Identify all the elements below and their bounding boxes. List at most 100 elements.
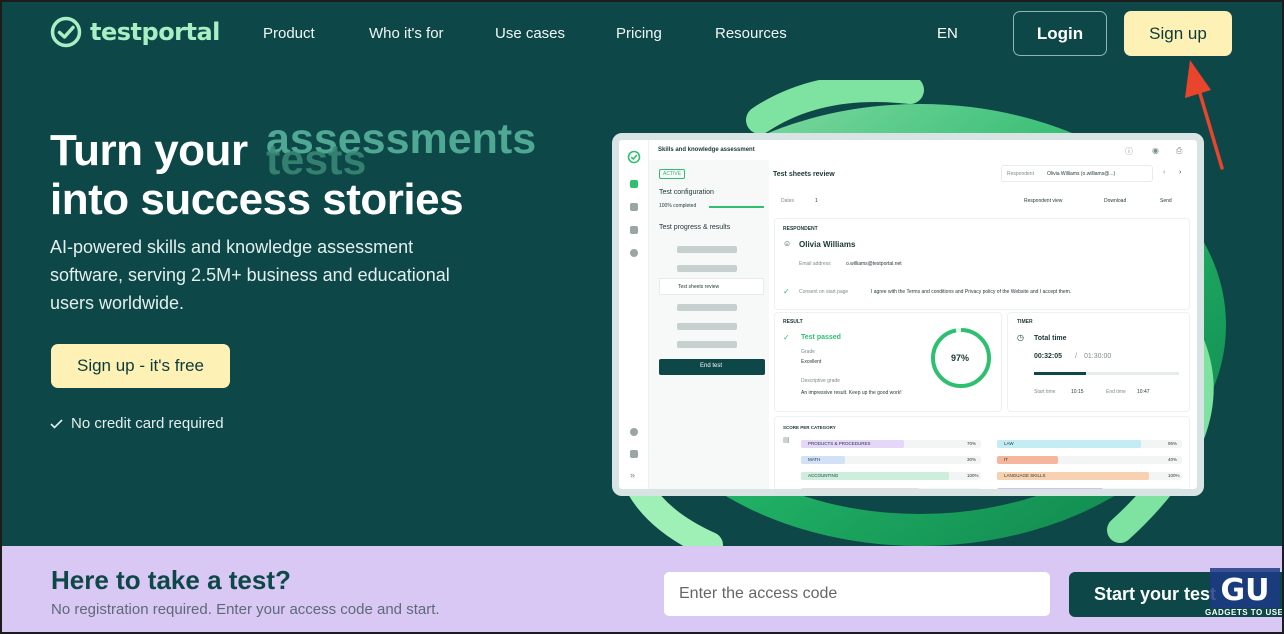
mockup-window-title: Skills and knowledge assessment xyxy=(658,147,755,153)
mockup-dates-count: 1 xyxy=(815,198,818,204)
category-bar-track xyxy=(801,488,981,489)
mockup-time-separator: / xyxy=(1075,353,1077,360)
mockup-end-test-label: End test xyxy=(700,363,723,369)
mockup-step-bar xyxy=(677,304,737,311)
mockup-step-bar xyxy=(677,246,737,253)
mockup-dates-label: Dates xyxy=(781,198,795,204)
mockup-step-bar xyxy=(677,323,737,330)
nav-resources[interactable]: Resources xyxy=(715,25,787,42)
hero-title-line2: into success stories xyxy=(50,175,464,224)
mockup-send: Send xyxy=(1160,198,1172,204)
mockup-respondent-view: Respondent view xyxy=(1024,198,1063,204)
category-bar-fill xyxy=(801,488,920,489)
mockup-result-section: RESULT xyxy=(783,319,803,325)
access-code-input[interactable] xyxy=(664,572,1050,616)
logo-text: testportal xyxy=(90,18,220,46)
app-screenshot-mockup: » Skills and knowledge assessment ⓘ ◉ ⎙ … xyxy=(612,133,1204,496)
nav-product[interactable]: Product xyxy=(263,25,315,42)
dashboard-icon xyxy=(630,180,638,188)
watermark-logo: GU xyxy=(1210,568,1280,608)
no-credit-card-text: No credit card required xyxy=(71,415,224,432)
nav-who-its-for[interactable]: Who it's for xyxy=(369,25,444,42)
signup-free-button[interactable]: Sign up - it's free xyxy=(51,344,230,388)
category-name: PRODUCTS & PROCEDURES xyxy=(808,441,871,446)
mockup-step-bar xyxy=(677,341,737,348)
logo-check-icon xyxy=(50,16,82,48)
mockup-start-time: 10:15 xyxy=(1071,389,1084,395)
mockup-sidebar: » xyxy=(619,140,649,489)
category-value: 70% xyxy=(1168,489,1178,494)
category-value: 40% xyxy=(1168,457,1178,462)
category-name: ACCOUNTING xyxy=(808,473,839,478)
mockup-sheets-review-item: Test sheets review xyxy=(678,284,720,290)
mockup-consent-text: I agree with the Terms and conditions an… xyxy=(871,289,1072,295)
mockup-start-time-label: Start time xyxy=(1034,389,1056,395)
mockup-time-elapsed: 00:32:05 xyxy=(1034,353,1063,360)
mockup-time-fill xyxy=(1034,372,1087,375)
no-credit-card-note: No credit card required xyxy=(50,415,224,432)
hero-subtitle: AI-powered skills and knowledge assessme… xyxy=(50,237,450,313)
check-icon xyxy=(50,418,63,429)
mockup-logo-icon xyxy=(627,150,641,164)
mockup-pass-icon: ✓ xyxy=(783,333,790,342)
category-value: 80% xyxy=(967,489,977,494)
band-title: Here to take a test? xyxy=(51,565,291,595)
mockup-respondent-panel xyxy=(774,218,1190,310)
mockup-respondent-value: Olivia Williams (o.williams@...) xyxy=(1047,171,1116,177)
login-button[interactable]: Login xyxy=(1013,11,1107,56)
mockup-respondent-name: Olivia Williams xyxy=(799,240,856,249)
mockup-print-icon: ⎙ xyxy=(1176,146,1183,155)
mockup-clock-icon: ◷ xyxy=(1017,333,1024,342)
mockup-completion-bar xyxy=(709,206,764,208)
category-name: LAW xyxy=(1004,441,1014,446)
users-icon xyxy=(630,203,638,211)
mockup-end-time-label: End time xyxy=(1106,389,1126,395)
mockup-status-badge: ACTIVE xyxy=(659,169,686,179)
category-value: 100% xyxy=(967,473,979,478)
language-selector[interactable]: EN xyxy=(937,25,958,42)
category-name: IT xyxy=(1004,457,1008,462)
category-name: SALES xyxy=(808,489,823,494)
mockup-descriptive-label: Descriptive grade xyxy=(801,378,840,384)
mockup-next-icon: › xyxy=(1179,169,1182,176)
mockup-timer-section: TIMER xyxy=(1017,319,1033,325)
mockup-grade-value: Excellent xyxy=(801,359,822,365)
mockup-prev-icon: ‹ xyxy=(1163,169,1166,176)
mockup-time-limit: 01:30:00 xyxy=(1084,353,1112,360)
mockup-completed: 100% completed xyxy=(659,203,697,209)
mockup-score-section: SCORE PER CATEGORY xyxy=(783,425,836,430)
mockup-total-time-label: Total time xyxy=(1034,335,1067,342)
mockup-timer-panel xyxy=(1007,312,1190,412)
mockup-consent-label: Consent on start page xyxy=(799,289,849,295)
category-name: MATH xyxy=(808,457,821,462)
nav-use-cases[interactable]: Use cases xyxy=(495,25,565,42)
signup-button[interactable]: Sign up xyxy=(1124,11,1232,56)
logout-icon xyxy=(630,450,638,458)
category-value: 100% xyxy=(1168,473,1180,478)
svg-text:GU: GU xyxy=(1221,573,1270,608)
mockup-score-percent: 97% xyxy=(951,353,970,363)
mockup-page-title: Test sheets review xyxy=(773,171,835,178)
help-icon xyxy=(630,428,638,436)
mockup-consent-icon: ✓ xyxy=(783,287,790,296)
mockup-info-icon: ⓘ xyxy=(1125,147,1133,156)
mockup-progress-results: Test progress & results xyxy=(659,224,731,231)
band-subtitle: No registration required. Enter your acc… xyxy=(51,601,440,618)
mockup-test-configuration: Test configuration xyxy=(659,189,714,196)
mockup-category-icon: ▤ xyxy=(783,437,790,444)
expand-icon: » xyxy=(630,470,636,480)
mockup-email-label: Email address xyxy=(799,261,831,267)
nav-pricing[interactable]: Pricing xyxy=(616,25,662,42)
category-value: 95% xyxy=(1168,441,1178,446)
mockup-end-time: 10:47 xyxy=(1137,389,1150,395)
mockup-email-value: o.williams@testportal.net xyxy=(846,261,902,267)
mockup-user-icon: ☺ xyxy=(783,239,792,248)
results-icon xyxy=(630,226,638,234)
mockup-eye-icon: ◉ xyxy=(1152,146,1159,155)
mockup-respondent-section: RESPONDENT xyxy=(783,226,818,232)
mockup-step-bar xyxy=(677,265,737,272)
mockup-descriptive-value: An impressive result. Keep up the good w… xyxy=(801,390,902,396)
category-name: LANGUAGE SKILLS xyxy=(1004,473,1046,478)
mockup-respondent-label: Respondent xyxy=(1007,171,1034,177)
logo[interactable]: testportal xyxy=(50,16,220,48)
